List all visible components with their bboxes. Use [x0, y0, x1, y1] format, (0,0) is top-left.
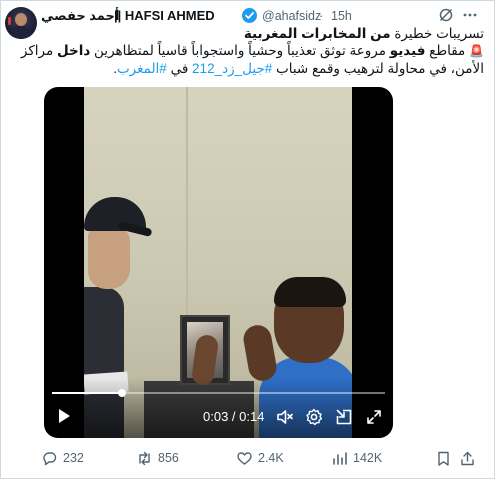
video-time: 0:03 / 0:14	[203, 409, 264, 424]
tweet-text-bold: داخل	[56, 43, 91, 58]
siren-icon: 🚨	[469, 44, 484, 58]
reply-count: 232	[63, 451, 84, 465]
tweet-text-segment: الأمن، في محاولة لترهيب وقمع شباب	[272, 61, 484, 76]
like-button[interactable]: 2.4K	[236, 448, 284, 468]
person-hand	[241, 322, 279, 384]
tweet-text-bold: فيديو	[389, 43, 426, 58]
hashtag-link[interactable]: #جيل_زد_212	[192, 61, 272, 76]
video-time-separator: /	[228, 409, 240, 424]
play-button[interactable]	[54, 406, 74, 426]
volume-button[interactable]	[275, 407, 295, 427]
tweet-text-segment: في	[166, 61, 193, 76]
hashtag-link[interactable]: #المغرب	[117, 61, 167, 76]
picture-in-picture-button[interactable]	[334, 407, 354, 427]
tweet-line-2: 🚨 مقاطع فيديو مروعة توثق تعذيباً وحشياً …	[21, 42, 484, 60]
progress-bar[interactable]	[52, 389, 385, 397]
heart-icon	[237, 451, 252, 465]
video-current-time: 0:03	[203, 409, 229, 424]
tweet-text-segment: تسريبات خطيرة	[390, 26, 484, 41]
reply-button[interactable]: 232	[41, 448, 84, 468]
repost-count: 856	[158, 451, 179, 465]
views-icon	[333, 451, 347, 465]
tweet-line-3: الأمن، في محاولة لترهيب وقمع شباب #جيل_ز…	[41, 60, 484, 77]
bookmark-icon	[438, 451, 449, 466]
repost-button[interactable]: 856	[136, 448, 179, 468]
video-player[interactable]: 0:03 / 0:14	[44, 87, 393, 438]
author-name-en[interactable]: || HAFSI AHMED	[114, 8, 215, 23]
header-separator: ·	[319, 8, 324, 23]
tweet-header: أحمد حفصي || HAFSI AHMED @ahafsidz · 15h	[41, 6, 484, 24]
author-handle[interactable]: @ahafsidz	[262, 9, 321, 23]
avatar-body	[10, 26, 32, 39]
tweet-text-segment: مقاطع	[425, 43, 466, 58]
action-bar: 232 856 2.4K 142K	[41, 448, 484, 468]
officer-face	[88, 227, 130, 289]
play-icon	[59, 409, 70, 423]
repost-icon	[139, 451, 150, 465]
tweet-time[interactable]: 15h	[331, 9, 352, 23]
tweet-line-1: تسريبات خطيرة من المخابرات المغربية	[41, 25, 484, 42]
avatar-flag	[8, 17, 11, 25]
wall-edge	[186, 87, 188, 317]
tweet-text: تسريبات خطيرة من المخابرات المغربية 🚨 مق…	[21, 25, 484, 77]
tweet-card: أحمد حفصي || HAFSI AHMED @ahafsidz · 15h…	[0, 0, 495, 479]
bookmark-button[interactable]	[435, 448, 452, 468]
reply-icon	[43, 451, 57, 465]
tweet-text-bold: من المخابرات المغربية	[243, 26, 391, 41]
settings-button[interactable]	[304, 407, 324, 427]
like-count: 2.4K	[258, 451, 284, 465]
progress-fill	[52, 392, 122, 394]
person-hair	[274, 277, 346, 307]
grok-icon[interactable]	[438, 7, 454, 23]
picture-in-picture-icon	[336, 409, 352, 425]
more-icon[interactable]	[462, 7, 478, 23]
fullscreen-button[interactable]	[364, 407, 384, 427]
gear-icon	[306, 408, 323, 426]
share-icon	[461, 451, 474, 465]
verified-badge-icon	[242, 8, 257, 23]
tweet-text-segment: مراكز	[20, 43, 57, 58]
tweet-text-segment: مروعة توثق تعذيباً وحشياً واستجواباً قاس…	[90, 43, 390, 58]
share-button[interactable]	[459, 448, 476, 468]
progress-knob[interactable]	[117, 389, 126, 397]
author-name-ar[interactable]: أحمد حفصي	[41, 8, 119, 24]
video-duration: 0:14	[239, 409, 265, 424]
avatar[interactable]	[5, 7, 37, 39]
volume-muted-icon	[277, 410, 293, 424]
views-count: 142K	[353, 451, 383, 465]
fullscreen-icon	[367, 410, 381, 424]
views-button[interactable]: 142K	[331, 448, 382, 468]
avatar-head	[15, 13, 27, 26]
